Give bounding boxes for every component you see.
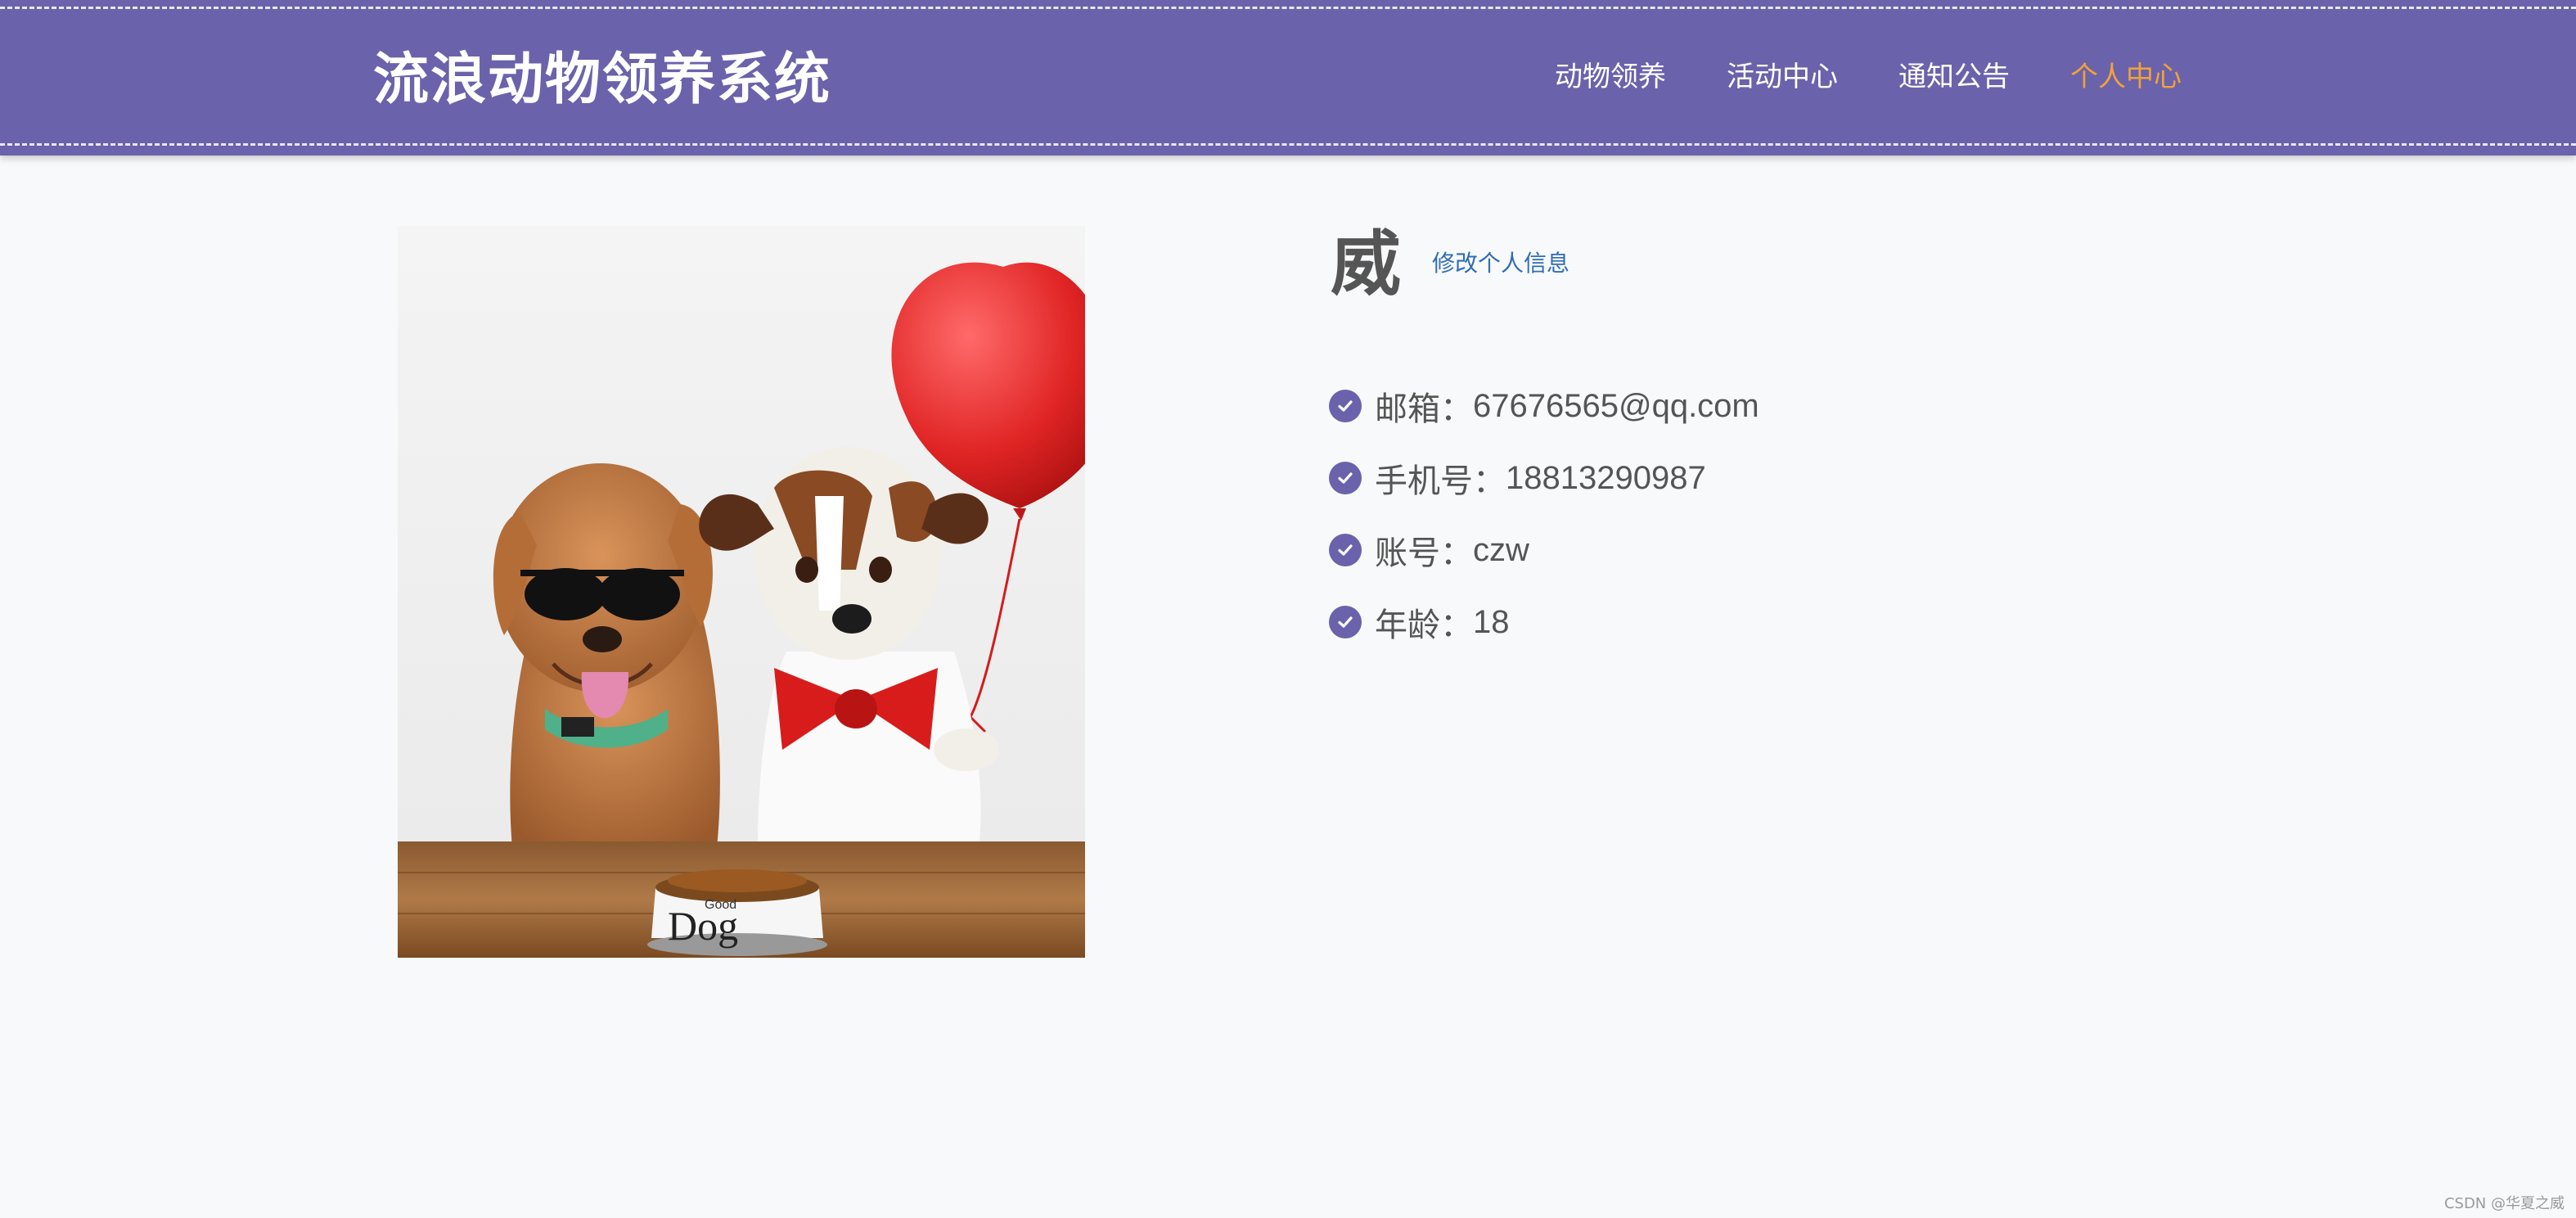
profile-photo: Good Dog (398, 226, 1085, 958)
watermark: CSDN @华夏之威 (2443, 1195, 2565, 1212)
edit-profile-link[interactable]: 修改个人信息 (1432, 246, 1569, 282)
nav-item-notices[interactable]: 通知公告 (1898, 54, 2010, 94)
bowl-label: Dog (668, 903, 738, 949)
nav-item-activities[interactable]: 活动中心 (1727, 54, 1838, 94)
check-circle-icon (1329, 390, 1362, 422)
main-nav: 动物领养 活动中心 通知公告 个人中心 (1555, 51, 2182, 97)
check-circle-icon (1329, 606, 1362, 638)
profile-name: 威 (1331, 223, 1401, 305)
nav-item-adoption[interactable]: 动物领养 (1555, 54, 1666, 94)
profile-info-list: 邮箱： 67676565@qq.com 手机号： 18813290987 账号：… (1329, 370, 1759, 658)
phone-value: 18813290987 (1506, 459, 1706, 496)
info-item-account: 账号： czw (1329, 514, 1759, 586)
nav-item-personal-center[interactable]: 个人中心 (2070, 54, 2182, 94)
age-value: 18 (1473, 603, 1510, 640)
info-item-phone: 手机号： 18813290987 (1329, 442, 1759, 514)
age-label: 年龄： (1375, 607, 1473, 644)
info-item-age: 年龄： 18 (1329, 586, 1759, 658)
phone-label: 手机号： (1375, 462, 1506, 500)
account-label: 账号： (1375, 535, 1473, 572)
email-label: 邮箱： (1375, 390, 1473, 428)
check-circle-icon (1329, 534, 1362, 566)
site-title[interactable]: 流浪动物领养系统 (373, 41, 831, 120)
check-circle-icon (1329, 462, 1362, 494)
account-value: czw (1473, 531, 1529, 568)
info-item-email: 邮箱： 67676565@qq.com (1329, 370, 1759, 442)
navbar-bottom-dashed-border (0, 143, 2576, 146)
navbar-top-dashed-border (0, 7, 2576, 9)
top-navbar: 流浪动物领养系统 动物领养 活动中心 通知公告 个人中心 (0, 0, 2576, 156)
email-value: 67676565@qq.com (1473, 387, 1759, 424)
